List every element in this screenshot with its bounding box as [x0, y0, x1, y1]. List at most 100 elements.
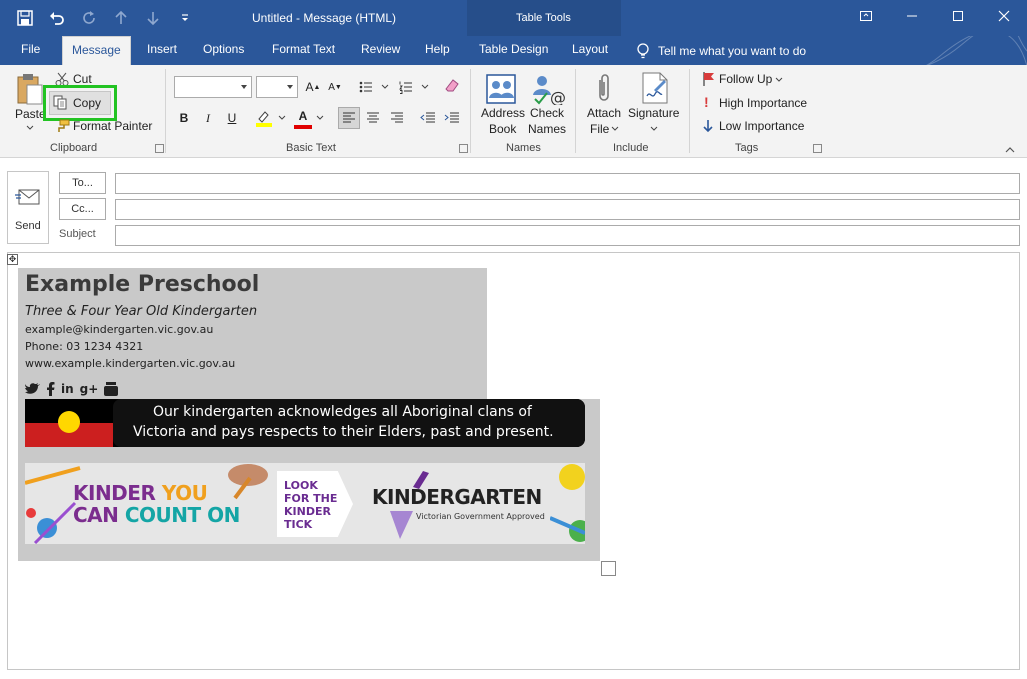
high-importance-label[interactable]: High Importance	[719, 96, 807, 110]
kinder-tick-line-4: TICK	[284, 518, 313, 531]
basic-text-group-label: Basic Text	[286, 142, 336, 154]
paperclip-icon[interactable]	[594, 72, 614, 104]
font-name-combo[interactable]	[174, 76, 252, 98]
align-right-icon	[391, 112, 403, 123]
underline-button[interactable]: U	[221, 107, 243, 129]
to-field[interactable]	[115, 173, 1020, 194]
collapse-ribbon-icon[interactable]	[1005, 145, 1015, 155]
check-names-icon[interactable]: @	[531, 73, 565, 105]
names-group-label: Names	[506, 142, 541, 154]
highlight-dropdown-icon[interactable]	[278, 115, 286, 121]
signature-dropdown-icon[interactable]	[650, 126, 658, 132]
align-center-button[interactable]	[362, 107, 384, 129]
paste-dropdown-icon[interactable]	[26, 125, 34, 131]
maximize-icon[interactable]	[935, 0, 981, 32]
high-importance-icon[interactable]: !	[704, 94, 709, 110]
address-book-label-1[interactable]: Address	[481, 106, 525, 120]
undo-icon[interactable]	[46, 7, 68, 29]
bullets-dropdown-icon[interactable]	[381, 84, 389, 90]
table-move-handle-icon[interactable]: ✥	[7, 254, 18, 265]
cut-label[interactable]: Cut	[73, 72, 92, 86]
font-color-dropdown-icon[interactable]	[316, 115, 324, 121]
table-resize-handle[interactable]	[601, 561, 616, 576]
tell-me-text: Tell me what you want to do	[658, 43, 807, 58]
ribbon-tabs: File Message Insert Options Format Text …	[0, 36, 1027, 101]
to-button[interactable]: To...	[59, 172, 106, 194]
decrease-indent-icon	[420, 112, 435, 123]
follow-up-dropdown-icon[interactable]	[775, 77, 783, 83]
kinder-tick-banner: KINDER YOU CAN COUNT ON LOOK FOR THE KIN…	[25, 463, 585, 544]
numbering-icon[interactable]	[399, 80, 413, 94]
signature-icon[interactable]	[640, 72, 670, 104]
cc-field[interactable]	[115, 199, 1020, 220]
address-book-icon[interactable]	[485, 73, 517, 105]
clear-formatting-icon[interactable]	[444, 77, 460, 93]
close-icon[interactable]	[981, 0, 1027, 32]
save-icon[interactable]	[14, 7, 36, 29]
arrow-down-icon[interactable]	[142, 7, 164, 29]
attach-file-dropdown-icon[interactable]	[611, 126, 619, 132]
attach-file-label-2[interactable]: File	[590, 122, 609, 136]
align-left-button[interactable]	[338, 107, 360, 129]
tab-help[interactable]: Help	[425, 36, 450, 65]
tags-launcher-icon[interactable]	[813, 144, 822, 153]
signature-label[interactable]: Signature	[628, 106, 679, 120]
increase-indent-button[interactable]	[441, 107, 463, 129]
subject-field[interactable]	[115, 225, 1020, 246]
twitter-icon[interactable]	[25, 382, 41, 396]
ribbon-display-options-icon[interactable]	[843, 0, 889, 32]
bullets-icon[interactable]	[359, 80, 373, 94]
basic-text-launcher-icon[interactable]	[459, 144, 468, 153]
group-separator	[470, 69, 471, 153]
align-right-button[interactable]	[386, 107, 408, 129]
redo-icon[interactable]	[78, 7, 100, 29]
font-color-button[interactable]: A	[292, 105, 314, 127]
tab-options[interactable]: Options	[203, 36, 244, 65]
highlight-icon[interactable]	[255, 109, 273, 127]
numbering-dropdown-icon[interactable]	[421, 84, 429, 90]
follow-up-label[interactable]: Follow Up	[719, 72, 772, 86]
check-names-label-2[interactable]: Names	[528, 122, 566, 136]
tell-me-search[interactable]: Tell me what you want to do	[636, 36, 806, 65]
format-painter-label[interactable]: Format Painter	[73, 119, 152, 133]
customize-qat-icon[interactable]	[174, 7, 196, 29]
flag-icon[interactable]	[702, 71, 716, 87]
format-painter-icon[interactable]	[55, 119, 70, 133]
kinder-tick-line-3: KINDER	[284, 505, 331, 518]
low-importance-label[interactable]: Low Importance	[719, 119, 804, 133]
minimize-icon[interactable]	[889, 0, 935, 32]
lightbulb-icon	[637, 42, 649, 58]
tab-file[interactable]: File	[21, 36, 40, 65]
font-size-combo[interactable]	[256, 76, 298, 98]
paste-label[interactable]: Paste	[15, 107, 46, 121]
tab-format-text[interactable]: Format Text	[272, 36, 335, 65]
subject-label: Subject	[59, 228, 96, 240]
increase-indent-icon	[444, 112, 459, 123]
paste-icon[interactable]	[16, 72, 44, 106]
address-book-label-2[interactable]: Book	[489, 122, 516, 136]
tab-review[interactable]: Review	[361, 36, 400, 65]
arrow-up-icon[interactable]	[110, 7, 132, 29]
scissors-icon[interactable]	[55, 72, 69, 86]
bold-button[interactable]: B	[173, 107, 195, 129]
low-importance-icon[interactable]	[703, 119, 713, 133]
linkedin-icon[interactable]: in	[61, 382, 74, 396]
tab-insert[interactable]: Insert	[147, 36, 177, 65]
tab-layout[interactable]: Layout	[572, 36, 608, 65]
google-plus-icon[interactable]: g+	[80, 382, 99, 396]
cc-button[interactable]: Cc...	[59, 198, 106, 220]
ribbon: Paste Cut Copy Format Painter Clipboard …	[0, 65, 1027, 158]
play-dough-image	[550, 464, 585, 542]
decrease-indent-button[interactable]	[417, 107, 439, 129]
italic-button[interactable]: I	[197, 107, 219, 129]
attach-file-label-1[interactable]: Attach	[587, 106, 621, 120]
shrink-font-icon[interactable]: A ▼	[324, 76, 346, 98]
check-names-label-1[interactable]: Check	[530, 106, 564, 120]
tags-group-label: Tags	[735, 142, 759, 154]
clipboard-launcher-icon[interactable]	[155, 144, 164, 153]
tab-table-design[interactable]: Table Design	[479, 36, 548, 65]
youtube-icon[interactable]	[104, 382, 119, 396]
grow-font-icon[interactable]: A ▲	[302, 76, 324, 98]
facebook-icon[interactable]	[47, 382, 55, 396]
tab-message[interactable]: Message	[62, 36, 131, 66]
